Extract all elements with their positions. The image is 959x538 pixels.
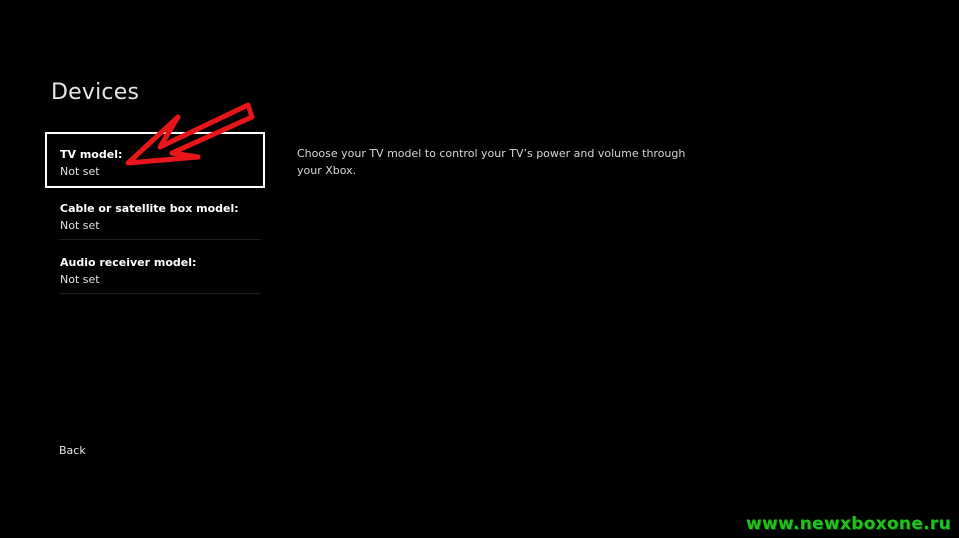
arrow-shape	[125, 102, 255, 166]
menu-item-audio-receiver-model[interactable]: Audio receiver model: Not set	[45, 240, 265, 296]
back-button[interactable]: Back	[59, 444, 86, 457]
menu-item-label: Audio receiver model:	[60, 256, 197, 269]
menu-item-label: Cable or satellite box model:	[60, 202, 239, 215]
red-arrow-annotation	[125, 102, 255, 166]
menu-item-value: Not set	[60, 219, 100, 232]
menu-item-value: Not set	[60, 273, 100, 286]
watermark: www.newxboxone.ru	[746, 514, 951, 534]
item-description: Choose your TV model to control your TV’…	[297, 147, 686, 177]
menu-item-cable-box-model[interactable]: Cable or satellite box model: Not set	[45, 186, 265, 242]
